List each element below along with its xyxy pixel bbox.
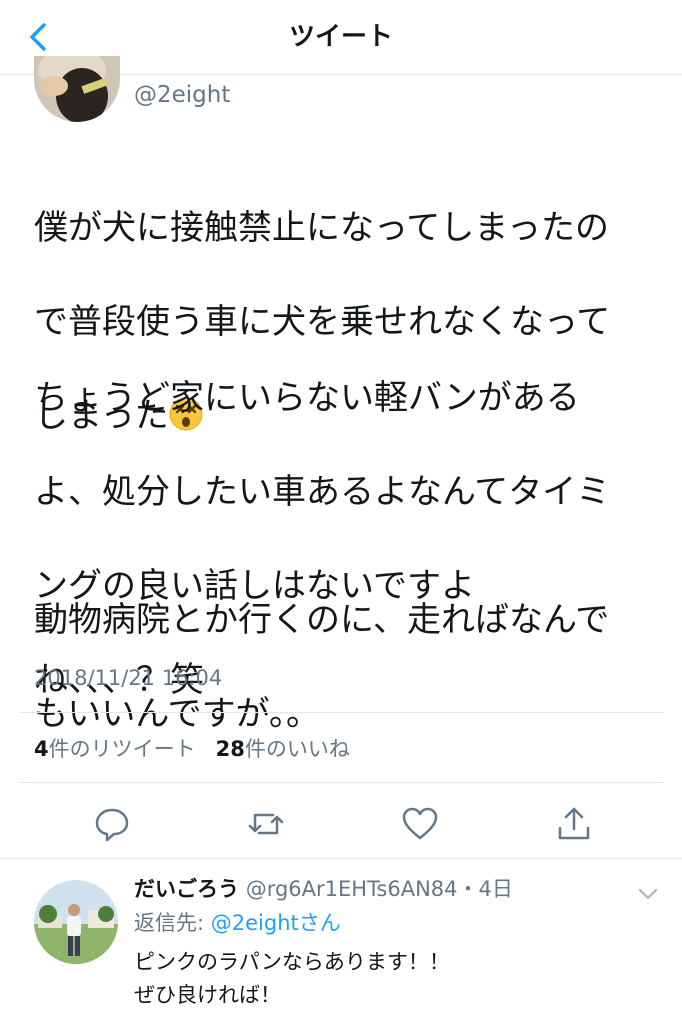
heart-icon[interactable] [400, 804, 440, 844]
like-count: 28 [215, 737, 245, 761]
reply-to-line: 返信先: @2eightさん [134, 908, 341, 938]
chevron-down-icon[interactable] [636, 882, 660, 906]
reply-display-name[interactable]: だいごろう [134, 877, 239, 901]
tweet-line: 僕が犬に接触禁止になってしまったの [34, 208, 609, 248]
tweet-line: ちょうど家にいらない軽バンがある [34, 378, 580, 418]
reply-separator: ・ [457, 877, 479, 901]
divider [0, 858, 682, 859]
reply-to-label: 返信先: [134, 911, 211, 935]
tweet-line: 動物病院とか行くのに、走ればなんで [34, 600, 610, 640]
reply-icon[interactable] [92, 804, 132, 844]
share-icon[interactable] [554, 804, 594, 844]
reply-to-suffix: さん [298, 911, 341, 935]
reply-to-mention-link[interactable]: @2eightさん [211, 911, 341, 935]
retweet-count: 4 [34, 737, 49, 761]
reply-handle[interactable]: @rg6Ar1EHTs6AN84 [246, 877, 458, 901]
tweet-line: もいいんですが。。 [34, 694, 320, 734]
tweet-line: よ、処分したい車あるよなんてタイミ [34, 472, 611, 512]
retweet-icon[interactable] [246, 804, 286, 844]
retweet-stat[interactable]: 4件のリツイート [34, 737, 196, 761]
reply-avatar[interactable] [34, 880, 118, 964]
like-stat[interactable]: 28件のいいね [216, 737, 350, 761]
divider [20, 782, 664, 783]
retweet-label: 件のリツイート [48, 737, 196, 761]
reply-text: ピンクのラパンならあります！！ ぜひ良ければ！ [134, 946, 654, 1012]
avatar[interactable] [34, 56, 120, 122]
like-label: 件のいいね [244, 737, 350, 761]
tweet-timestamp: 2018/11/21 16:04 [34, 666, 223, 690]
tweet-stats: 4件のリツイート 28件のいいね [34, 735, 350, 763]
reply-to-mention: @2eight [210, 911, 299, 935]
reply-time: 4日 [478, 877, 513, 901]
reply-line: ピンクのラパンならあります！！ [134, 950, 450, 974]
page-title: ツイート [288, 22, 393, 52]
reply-header: だいごろう @rg6Ar1EHTs6AN84・4日 [134, 874, 513, 904]
divider [20, 712, 664, 713]
author-handle[interactable]: @2eight [134, 80, 230, 110]
reply-line: ぜひ良ければ！ [134, 983, 281, 1007]
